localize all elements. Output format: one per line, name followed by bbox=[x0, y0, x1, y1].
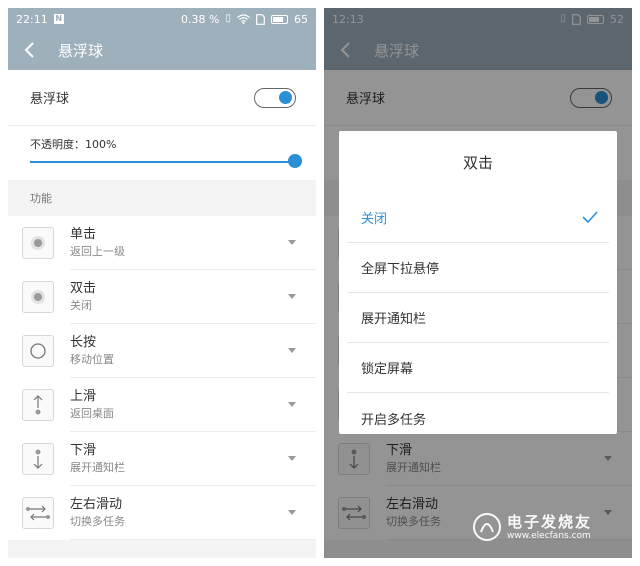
gesture-item-double-tap[interactable]: 双击 关闭 bbox=[8, 270, 316, 324]
arrow-up-icon bbox=[22, 389, 54, 421]
floating-ball-toggle-row[interactable]: 悬浮球 bbox=[8, 70, 316, 126]
gesture-item-long-press[interactable]: 长按 移动位置 bbox=[8, 324, 316, 378]
item-subtitle: 移动位置 bbox=[70, 352, 114, 366]
arrow-lr-icon bbox=[22, 497, 54, 529]
title-bar: 悬浮球 bbox=[8, 30, 316, 70]
watermark-url: www.elecfans.com bbox=[507, 530, 591, 541]
dialog-title: 双击 bbox=[462, 153, 493, 172]
item-title: 左右滑动 bbox=[70, 496, 123, 512]
gesture-item-swipe-up[interactable]: 上滑 返回桌面 bbox=[8, 378, 316, 432]
item-title: 单击 bbox=[70, 226, 97, 242]
gesture-list: 单击 返回上一级 双击 关闭 长按 移动位置 上滑 返回桌面 下滑 展开通知栏 … bbox=[8, 216, 316, 540]
item-subtitle: 关闭 bbox=[70, 298, 92, 312]
settings-content: 悬浮球 不透明度：100% bbox=[8, 70, 316, 180]
wifi-icon bbox=[237, 14, 250, 24]
left-screen: 22:11 N 0.38 % ▯ 65 悬浮球 悬浮球 不透明度：100% 功能… bbox=[8, 8, 316, 558]
item-subtitle: 展开通知栏 bbox=[70, 460, 125, 474]
watermark-text: 电子发烧友 www.elecfans.com bbox=[507, 513, 592, 542]
opacity-slider-track[interactable] bbox=[30, 161, 294, 163]
option-multitask[interactable]: 开启多任务 bbox=[347, 393, 609, 443]
gesture-item-swipe-left-right[interactable]: 左右滑动 切换多任务 bbox=[8, 486, 316, 540]
notification-icon: N bbox=[53, 14, 64, 24]
status-bar: 22:11 N 0.38 % ▯ 65 bbox=[8, 8, 316, 30]
dot-icon bbox=[22, 227, 54, 259]
battery-level: 65 bbox=[294, 12, 308, 26]
item-title: 下滑 bbox=[70, 442, 97, 458]
opacity-slider-thumb[interactable] bbox=[288, 154, 302, 168]
dot-icon bbox=[22, 281, 54, 313]
item-subtitle: 返回上一级 bbox=[70, 244, 125, 258]
option-lock-screen[interactable]: 锁定屏幕 bbox=[347, 343, 609, 393]
option-fullscreen-pulldown[interactable]: 全屏下拉悬停 bbox=[347, 243, 609, 293]
vibrate-icon: ▯ bbox=[225, 13, 231, 24]
gesture-item-single-tap[interactable]: 单击 返回上一级 bbox=[8, 216, 316, 270]
screenshot-canvas: 22:11 N 0.38 % ▯ 65 悬浮球 悬浮球 不透明度：100% 功能… bbox=[0, 0, 640, 566]
option-label: 关闭 bbox=[361, 212, 388, 227]
opacity-setting: 不透明度：100% bbox=[8, 126, 316, 180]
dropdown-caret-icon bbox=[288, 240, 296, 245]
item-title: 长按 bbox=[70, 334, 97, 350]
sim-icon bbox=[256, 13, 265, 25]
dropdown-caret-icon bbox=[288, 510, 296, 515]
network-speed: 0.38 % bbox=[181, 12, 220, 26]
arrow-down-icon bbox=[22, 443, 54, 475]
gesture-item-swipe-down[interactable]: 下滑 展开通知栏 bbox=[8, 432, 316, 486]
item-subtitle: 返回桌面 bbox=[70, 406, 114, 420]
dropdown-caret-icon bbox=[288, 294, 296, 299]
opacity-label: 不透明度：100% bbox=[30, 138, 117, 151]
option-close[interactable]: 关闭 bbox=[347, 193, 609, 243]
double-tap-dialog: 双击 关闭 全屏下拉悬停 展开通知栏 锁定屏幕 开启多任务 bbox=[339, 131, 617, 434]
toggle-label: 悬浮球 bbox=[30, 92, 70, 107]
right-screen: 12:13 ▯ 52 悬浮球 悬浮球 下滑 展开通知栏 左右滑动 切换多任务 双… bbox=[324, 8, 632, 558]
item-title: 双击 bbox=[70, 280, 97, 296]
option-label: 展开通知栏 bbox=[361, 312, 427, 327]
watermark: 电子发烧友 www.elecfans.com bbox=[472, 508, 622, 546]
option-label: 开启多任务 bbox=[361, 412, 427, 428]
option-label: 全屏下拉悬停 bbox=[361, 262, 440, 277]
back-arrow-icon[interactable] bbox=[20, 40, 40, 60]
item-title: 上滑 bbox=[70, 388, 97, 404]
clock: 22:11 bbox=[16, 12, 48, 26]
watermark-brand: 电子发烧友 bbox=[507, 512, 593, 531]
item-subtitle: 切换多任务 bbox=[70, 514, 125, 528]
dropdown-caret-icon bbox=[288, 402, 296, 407]
dropdown-caret-icon bbox=[288, 456, 296, 461]
floating-ball-switch[interactable] bbox=[254, 87, 296, 108]
switch-knob bbox=[279, 90, 292, 104]
page-title: 悬浮球 bbox=[58, 41, 104, 60]
option-label: 锁定屏幕 bbox=[361, 362, 414, 377]
dropdown-caret-icon bbox=[288, 348, 296, 353]
section-header: 功能 bbox=[8, 180, 316, 216]
checkmark-icon bbox=[582, 211, 598, 224]
ring-icon bbox=[22, 335, 54, 367]
battery-icon bbox=[271, 14, 288, 24]
option-notification-shade[interactable]: 展开通知栏 bbox=[347, 293, 609, 343]
watermark-logo-icon bbox=[473, 513, 501, 541]
